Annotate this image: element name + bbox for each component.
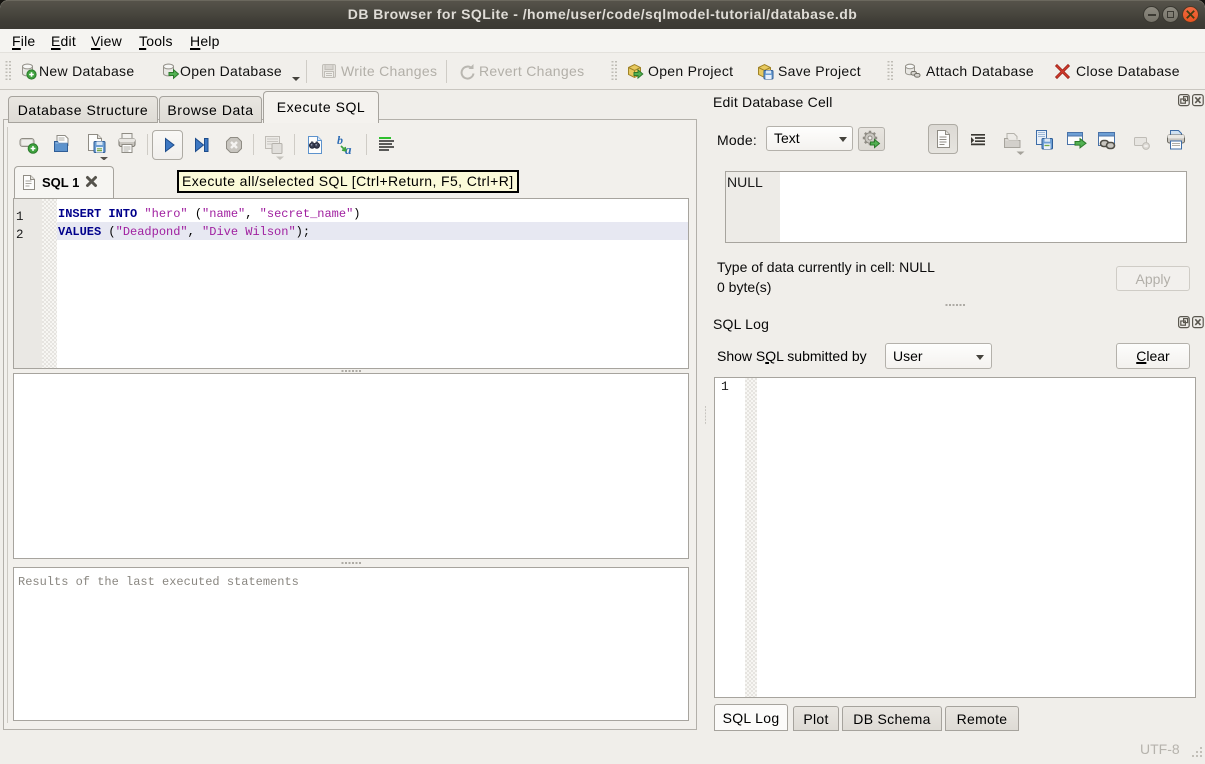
svg-text:b: b [337,134,343,147]
